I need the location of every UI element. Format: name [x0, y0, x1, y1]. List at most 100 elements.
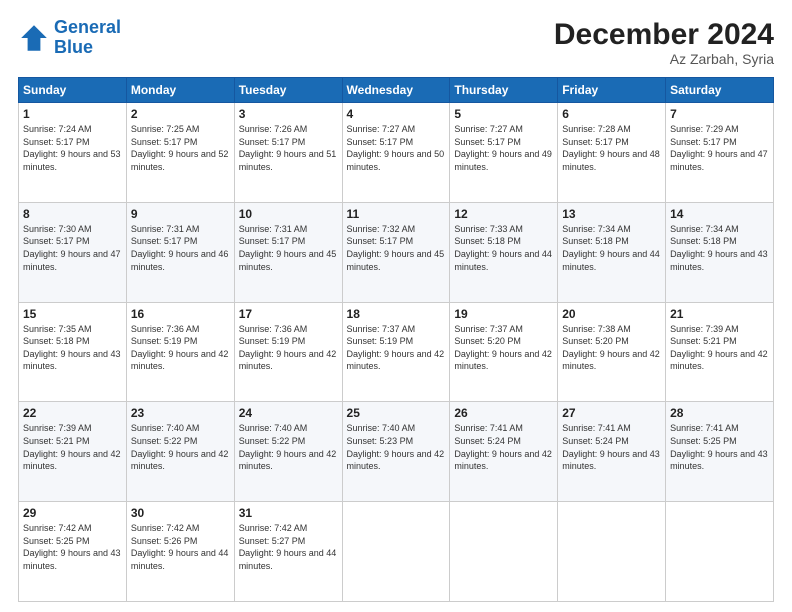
day-number: 1	[23, 107, 122, 121]
day-info: Sunrise: 7:27 AMSunset: 5:17 PMDaylight:…	[454, 123, 553, 173]
calendar-week-row: 15Sunrise: 7:35 AMSunset: 5:18 PMDayligh…	[19, 302, 774, 402]
title-block: December 2024 Az Zarbah, Syria	[554, 18, 774, 67]
calendar-day-cell	[666, 502, 774, 602]
day-info: Sunrise: 7:28 AMSunset: 5:17 PMDaylight:…	[562, 123, 661, 173]
day-number: 9	[131, 207, 230, 221]
day-number: 25	[347, 406, 446, 420]
calendar-day-cell: 6 Sunrise: 7:28 AMSunset: 5:17 PMDaylight…	[558, 103, 666, 203]
calendar-day-cell: 28 Sunrise: 7:41 AMSunset: 5:25 PMDayligh…	[666, 402, 774, 502]
calendar-day-cell: 19 Sunrise: 7:37 AMSunset: 5:20 PMDayligh…	[450, 302, 558, 402]
logo-text: General Blue	[54, 18, 121, 58]
calendar-day-cell: 24 Sunrise: 7:40 AMSunset: 5:22 PMDayligh…	[234, 402, 342, 502]
day-info: Sunrise: 7:36 AMSunset: 5:19 PMDaylight:…	[239, 323, 338, 373]
calendar-day-cell: 14Sunrise: 7:34 AMSunset: 5:18 PMDayligh…	[666, 202, 774, 302]
calendar-day-cell: 7 Sunrise: 7:29 AMSunset: 5:17 PMDaylight…	[666, 103, 774, 203]
calendar-table: SundayMondayTuesdayWednesdayThursdayFrid…	[18, 77, 774, 602]
day-number: 11	[347, 207, 446, 221]
day-number: 7	[670, 107, 769, 121]
calendar-day-cell: 9 Sunrise: 7:31 AMSunset: 5:17 PMDaylight…	[126, 202, 234, 302]
logo-line2: Blue	[54, 37, 93, 57]
calendar-week-row: 29Sunrise: 7:42 AMSunset: 5:25 PMDayligh…	[19, 502, 774, 602]
calendar-day-cell: 31 Sunrise: 7:42 AMSunset: 5:27 PMDayligh…	[234, 502, 342, 602]
calendar-header-sunday: Sunday	[19, 78, 127, 103]
day-info: Sunrise: 7:40 AMSunset: 5:23 PMDaylight:…	[347, 422, 446, 472]
calendar-header-friday: Friday	[558, 78, 666, 103]
day-info: Sunrise: 7:41 AMSunset: 5:24 PMDaylight:…	[454, 422, 553, 472]
logo: General Blue	[18, 18, 121, 58]
day-info: Sunrise: 7:40 AMSunset: 5:22 PMDaylight:…	[239, 422, 338, 472]
day-number: 12	[454, 207, 553, 221]
day-info: Sunrise: 7:37 AMSunset: 5:20 PMDaylight:…	[454, 323, 553, 373]
day-number: 20	[562, 307, 661, 321]
calendar-day-cell	[558, 502, 666, 602]
day-number: 8	[23, 207, 122, 221]
day-number: 24	[239, 406, 338, 420]
day-info: Sunrise: 7:29 AMSunset: 5:17 PMDaylight:…	[670, 123, 769, 173]
calendar-day-cell: 27 Sunrise: 7:41 AMSunset: 5:24 PMDayligh…	[558, 402, 666, 502]
day-info: Sunrise: 7:40 AMSunset: 5:22 PMDaylight:…	[131, 422, 230, 472]
day-info: Sunrise: 7:36 AMSunset: 5:19 PMDaylight:…	[131, 323, 230, 373]
day-number: 19	[454, 307, 553, 321]
day-number: 22	[23, 406, 122, 420]
day-number: 30	[131, 506, 230, 520]
calendar-week-row: 1 Sunrise: 7:24 AMSunset: 5:17 PMDaylight…	[19, 103, 774, 203]
logo-icon	[18, 22, 50, 54]
day-info: Sunrise: 7:33 AMSunset: 5:18 PMDaylight:…	[454, 223, 553, 273]
logo-line1: General	[54, 17, 121, 37]
page: General Blue December 2024 Az Zarbah, Sy…	[0, 0, 792, 612]
day-info: Sunrise: 7:24 AMSunset: 5:17 PMDaylight:…	[23, 123, 122, 173]
day-number: 23	[131, 406, 230, 420]
header: General Blue December 2024 Az Zarbah, Sy…	[18, 18, 774, 67]
day-info: Sunrise: 7:38 AMSunset: 5:20 PMDaylight:…	[562, 323, 661, 373]
day-number: 17	[239, 307, 338, 321]
day-info: Sunrise: 7:42 AMSunset: 5:26 PMDaylight:…	[131, 522, 230, 572]
calendar-header-tuesday: Tuesday	[234, 78, 342, 103]
calendar-header-monday: Monday	[126, 78, 234, 103]
day-info: Sunrise: 7:39 AMSunset: 5:21 PMDaylight:…	[23, 422, 122, 472]
calendar-day-cell: 4Sunrise: 7:27 AMSunset: 5:17 PMDaylight…	[342, 103, 450, 203]
calendar-day-cell: 20 Sunrise: 7:38 AMSunset: 5:20 PMDayligh…	[558, 302, 666, 402]
calendar-day-cell: 22 Sunrise: 7:39 AMSunset: 5:21 PMDayligh…	[19, 402, 127, 502]
day-number: 6	[562, 107, 661, 121]
calendar-day-cell: 30 Sunrise: 7:42 AMSunset: 5:26 PMDayligh…	[126, 502, 234, 602]
day-info: Sunrise: 7:41 AMSunset: 5:25 PMDaylight:…	[670, 422, 769, 472]
day-number: 29	[23, 506, 122, 520]
day-number: 21	[670, 307, 769, 321]
day-info: Sunrise: 7:39 AMSunset: 5:21 PMDaylight:…	[670, 323, 769, 373]
day-info: Sunrise: 7:37 AMSunset: 5:19 PMDaylight:…	[347, 323, 446, 373]
day-info: Sunrise: 7:32 AMSunset: 5:17 PMDaylight:…	[347, 223, 446, 273]
calendar-day-cell: 3 Sunrise: 7:26 AMSunset: 5:17 PMDaylight…	[234, 103, 342, 203]
calendar-day-cell: 12 Sunrise: 7:33 AMSunset: 5:18 PMDayligh…	[450, 202, 558, 302]
day-number: 2	[131, 107, 230, 121]
day-number: 28	[670, 406, 769, 420]
calendar-day-cell: 1 Sunrise: 7:24 AMSunset: 5:17 PMDaylight…	[19, 103, 127, 203]
day-info: Sunrise: 7:42 AMSunset: 5:27 PMDaylight:…	[239, 522, 338, 572]
day-number: 15	[23, 307, 122, 321]
day-number: 31	[239, 506, 338, 520]
day-info: Sunrise: 7:26 AMSunset: 5:17 PMDaylight:…	[239, 123, 338, 173]
calendar-day-cell: 26 Sunrise: 7:41 AMSunset: 5:24 PMDayligh…	[450, 402, 558, 502]
day-info: Sunrise: 7:31 AMSunset: 5:17 PMDaylight:…	[239, 223, 338, 273]
calendar-header-row: SundayMondayTuesdayWednesdayThursdayFrid…	[19, 78, 774, 103]
calendar-day-cell: 17 Sunrise: 7:36 AMSunset: 5:19 PMDayligh…	[234, 302, 342, 402]
calendar-day-cell: 21 Sunrise: 7:39 AMSunset: 5:21 PMDayligh…	[666, 302, 774, 402]
calendar-day-cell: 29Sunrise: 7:42 AMSunset: 5:25 PMDayligh…	[19, 502, 127, 602]
calendar-day-cell: 13Sunrise: 7:34 AMSunset: 5:18 PMDayligh…	[558, 202, 666, 302]
day-number: 3	[239, 107, 338, 121]
calendar-day-cell: 23 Sunrise: 7:40 AMSunset: 5:22 PMDayligh…	[126, 402, 234, 502]
day-number: 26	[454, 406, 553, 420]
calendar-header-thursday: Thursday	[450, 78, 558, 103]
calendar-header-wednesday: Wednesday	[342, 78, 450, 103]
day-info: Sunrise: 7:30 AMSunset: 5:17 PMDaylight:…	[23, 223, 122, 273]
day-number: 10	[239, 207, 338, 221]
day-info: Sunrise: 7:34 AMSunset: 5:18 PMDaylight:…	[670, 223, 769, 273]
day-info: Sunrise: 7:41 AMSunset: 5:24 PMDaylight:…	[562, 422, 661, 472]
day-number: 27	[562, 406, 661, 420]
day-number: 16	[131, 307, 230, 321]
calendar-week-row: 22 Sunrise: 7:39 AMSunset: 5:21 PMDayligh…	[19, 402, 774, 502]
calendar-day-cell: 8 Sunrise: 7:30 AMSunset: 5:17 PMDaylight…	[19, 202, 127, 302]
calendar-day-cell	[342, 502, 450, 602]
calendar-day-cell	[450, 502, 558, 602]
day-info: Sunrise: 7:27 AMSunset: 5:17 PMDaylight:…	[347, 123, 446, 173]
day-info: Sunrise: 7:31 AMSunset: 5:17 PMDaylight:…	[131, 223, 230, 273]
